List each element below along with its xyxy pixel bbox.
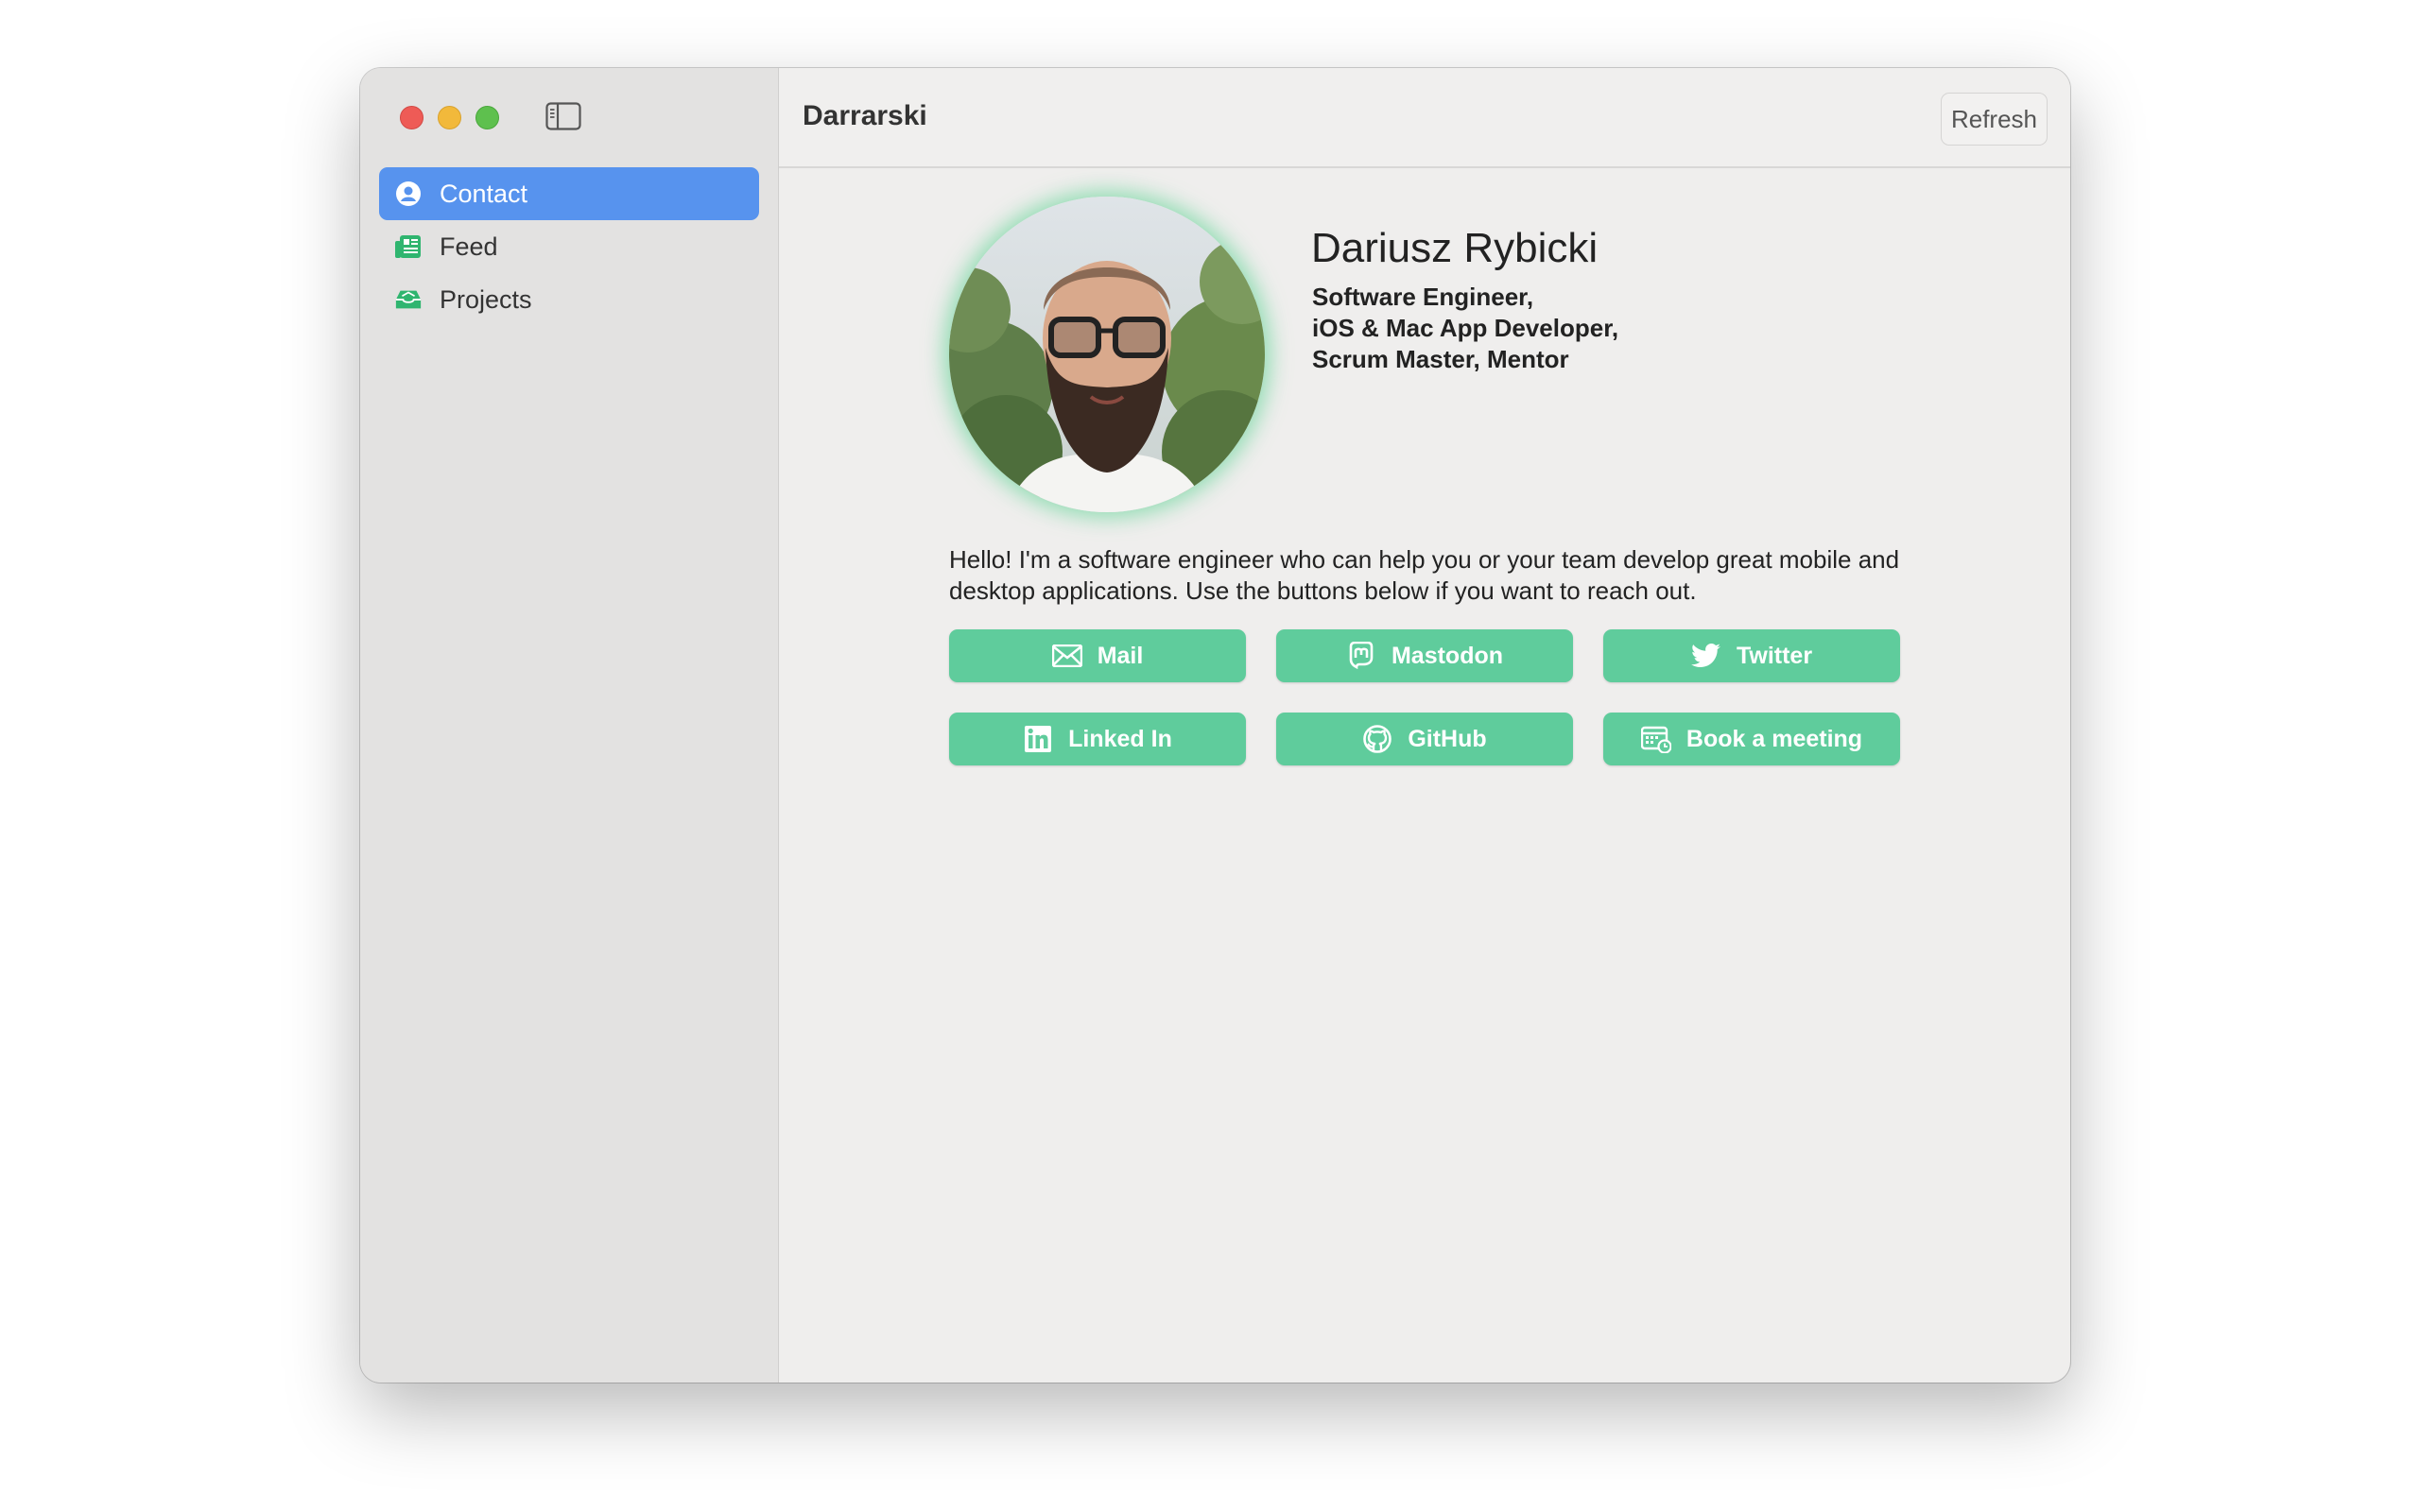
profile-bio: Hello! I'm a software engineer who can h… xyxy=(949,545,1900,605)
sidebar-nav: Contact Feed Projects xyxy=(379,167,759,326)
newspaper-icon xyxy=(394,232,423,261)
button-label: Twitter xyxy=(1736,642,1813,669)
linkedin-icon xyxy=(1023,724,1053,754)
button-label: GitHub xyxy=(1408,725,1487,752)
person-circle-icon xyxy=(394,180,423,208)
sidebar-toggle-icon[interactable] xyxy=(545,102,581,130)
zoom-window-button[interactable] xyxy=(475,106,499,129)
sidebar-item-label: Projects xyxy=(440,284,532,314)
sidebar: Contact Feed Projects xyxy=(360,68,779,1383)
page-title: Darrarski xyxy=(803,100,927,131)
button-label: Book a meeting xyxy=(1685,725,1863,752)
mastodon-button[interactable]: Mastodon xyxy=(1276,629,1573,682)
toolbar: Darrarski Refresh xyxy=(779,68,2070,168)
profile-name: Dariusz Rybicki xyxy=(1311,225,1599,271)
button-label: Mastodon xyxy=(1391,642,1504,669)
role-line: Software Engineer, xyxy=(1312,283,1534,311)
mastodon-icon xyxy=(1346,641,1376,671)
minimize-window-button[interactable] xyxy=(438,106,461,129)
role-line: iOS & Mac App Developer, xyxy=(1312,314,1619,342)
sidebar-item-label: Contact xyxy=(440,179,528,208)
button-label: Mail xyxy=(1097,642,1144,669)
mail-button[interactable]: Mail xyxy=(949,629,1246,682)
main-pane: Darrarski Refresh Dariusz Rybicki Softwa… xyxy=(779,68,2070,1383)
envelope-icon xyxy=(1051,641,1082,671)
button-label: Linked In xyxy=(1068,725,1172,752)
refresh-button[interactable]: Refresh xyxy=(1940,93,2048,146)
twitter-button[interactable]: Twitter xyxy=(1603,629,1900,682)
profile-roles: Software Engineer, iOS & Mac App Develop… xyxy=(1312,282,1618,375)
calendar-icon xyxy=(1640,724,1671,754)
book-meeting-button[interactable]: Book a meeting xyxy=(1603,713,1900,765)
window-controls xyxy=(400,106,499,129)
contact-buttons: Mail Mastodon Twitter Linked In GitHub B… xyxy=(949,629,1904,765)
tray-icon xyxy=(394,285,423,314)
role-line: Scrum Master, Mentor xyxy=(1312,345,1569,373)
twitter-bird-icon xyxy=(1690,641,1721,671)
sidebar-item-projects[interactable]: Projects xyxy=(379,273,759,326)
github-icon xyxy=(1362,724,1392,754)
sidebar-item-contact[interactable]: Contact xyxy=(379,167,759,220)
close-window-button[interactable] xyxy=(400,106,424,129)
sidebar-item-feed[interactable]: Feed xyxy=(379,220,759,273)
avatar xyxy=(949,197,1265,512)
sidebar-item-label: Feed xyxy=(440,232,498,261)
app-window: Contact Feed Projects Darrarski Refresh … xyxy=(360,68,2070,1383)
github-button[interactable]: GitHub xyxy=(1276,713,1573,765)
linkedin-button[interactable]: Linked In xyxy=(949,713,1246,765)
